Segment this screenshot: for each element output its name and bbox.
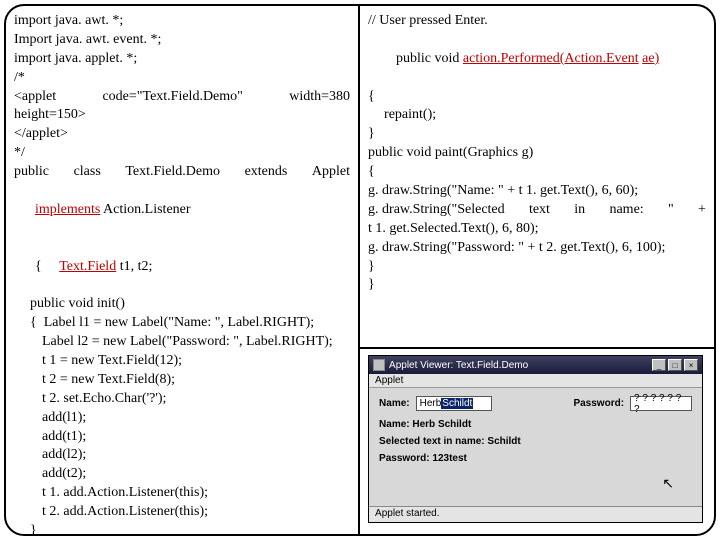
- code-line: t 1. get.Selected.Text(), 6, 80);: [368, 220, 706, 239]
- code-token: extends: [245, 163, 288, 182]
- code-line: }: [368, 258, 706, 277]
- code-line: Label l2 = new Label("Password: ", Label…: [14, 333, 350, 352]
- code-token: width=380: [289, 88, 350, 107]
- code-token: Applet: [312, 163, 350, 182]
- applet-body: Name: Herb Schildt Password: ? ? ? ? ? ?…: [369, 388, 702, 506]
- code-token-method: action.Performed(Action.Event: [463, 51, 639, 66]
- applet-window: Applet Viewer: Text.Field.Demo _ □ × App…: [368, 355, 703, 523]
- app-icon: [373, 359, 385, 371]
- code-line: t 2. add.Action.Listener(this);: [14, 503, 350, 522]
- code-line: add(l2);: [14, 446, 350, 465]
- name-input-selection: Schildt: [441, 398, 473, 409]
- titlebar: Applet Viewer: Text.Field.Demo _ □ ×: [369, 356, 702, 374]
- name-input-text: Herb: [420, 398, 442, 409]
- form-row: Name: Herb Schildt Password: ? ? ? ? ? ?…: [379, 396, 692, 411]
- code-token: name:: [609, 201, 643, 220]
- code-line: { Label l1 = new Label("Name: ", Label.R…: [14, 314, 350, 333]
- code-token: +: [698, 201, 706, 220]
- output-selected: Selected text in name: Schildt: [379, 436, 692, 447]
- maximize-button[interactable]: □: [668, 359, 682, 371]
- code-line: /*: [14, 69, 350, 88]
- code-token: public void: [396, 51, 463, 66]
- right-column: // User pressed Enter. public void actio…: [360, 6, 714, 534]
- code-token: t1, t2;: [116, 259, 152, 274]
- menu-bar[interactable]: Applet: [369, 374, 702, 388]
- code-line: { Text.Field t1, t2;: [14, 239, 350, 296]
- status-bar: Applet started.: [369, 506, 702, 522]
- code-line: {: [368, 88, 706, 107]
- left-code-panel: import java. awt. *; Import java. awt. e…: [6, 6, 360, 534]
- code-token-param: ae): [642, 51, 659, 66]
- password-input-text: ? ? ? ? ? ? ?: [634, 393, 688, 415]
- code-token: {: [35, 259, 42, 274]
- code-line: t 2. set.Echo.Char('?');: [14, 390, 350, 409]
- code-line: </applet>: [14, 125, 350, 144]
- code-line: // User pressed Enter.: [368, 12, 706, 31]
- code-line: public void init(): [14, 295, 350, 314]
- applet-screenshot-panel: Applet Viewer: Text.Field.Demo _ □ × App…: [360, 349, 714, 534]
- code-token: g. draw.String("Selected: [368, 201, 505, 220]
- slide-frame: import java. awt. *; Import java. awt. e…: [4, 4, 716, 536]
- right-code-panel: // User pressed Enter. public void actio…: [360, 6, 714, 349]
- code-line: }: [368, 125, 706, 144]
- cursor-icon: ↖: [662, 475, 674, 492]
- name-input[interactable]: Herb Schildt: [416, 396, 492, 411]
- code-token-type: Text.Field: [59, 259, 116, 274]
- code-token: ": [668, 201, 674, 220]
- code-token: <applet: [14, 88, 56, 107]
- code-line: Import java. awt. event. *;: [14, 31, 350, 50]
- code-line: t 1 = new Text.Field(12);: [14, 352, 350, 371]
- code-line: }: [14, 522, 350, 541]
- code-token: class: [74, 163, 101, 182]
- code-line: public class Text.Field.Demo extends App…: [14, 163, 350, 182]
- code-line: implements Action.Listener: [14, 182, 350, 239]
- output-password: Password: 123test: [379, 453, 692, 464]
- close-button[interactable]: ×: [684, 359, 698, 371]
- code-line: g. draw.String("Name: " + t 1. get.Text(…: [368, 182, 706, 201]
- code-token-keyword: implements: [35, 202, 100, 217]
- code-token: Text.Field.Demo: [125, 163, 220, 182]
- password-input[interactable]: ? ? ? ? ? ? ?: [630, 396, 692, 411]
- output-name: Name: Herb Schildt: [379, 419, 692, 430]
- password-label: Password:: [573, 398, 624, 409]
- name-label: Name:: [379, 398, 410, 409]
- code-line: height=150>: [14, 106, 350, 125]
- code-line: public void paint(Graphics g): [368, 144, 706, 163]
- code-line: g. draw.String("Selected text in name: "…: [368, 201, 706, 220]
- code-line: import java. awt. *;: [14, 12, 350, 31]
- code-token: public: [14, 163, 49, 182]
- code-line: <applet code="Text.Field.Demo" width=380: [14, 88, 350, 107]
- code-line: repaint();: [368, 106, 706, 125]
- code-line: import java. applet. *;: [14, 50, 350, 69]
- code-token: code="Text.Field.Demo": [102, 88, 242, 107]
- code-line: public void action.Performed(Action.Even…: [368, 31, 706, 88]
- code-line: t 2 = new Text.Field(8);: [14, 371, 350, 390]
- code-line: }: [368, 276, 706, 295]
- code-line: t 1. add.Action.Listener(this);: [14, 484, 350, 503]
- code-token: text: [529, 201, 550, 220]
- code-line: add(t2);: [14, 465, 350, 484]
- code-token: Action.Listener: [100, 202, 190, 217]
- code-line: add(t1);: [14, 428, 350, 447]
- window-title: Applet Viewer: Text.Field.Demo: [389, 360, 528, 371]
- minimize-button[interactable]: _: [652, 359, 666, 371]
- code-line: {: [368, 163, 706, 182]
- code-line: add(l1);: [14, 409, 350, 428]
- code-token: in: [574, 201, 585, 220]
- code-line: */: [14, 144, 350, 163]
- code-line: g. draw.String("Password: " + t 2. get.T…: [368, 239, 706, 258]
